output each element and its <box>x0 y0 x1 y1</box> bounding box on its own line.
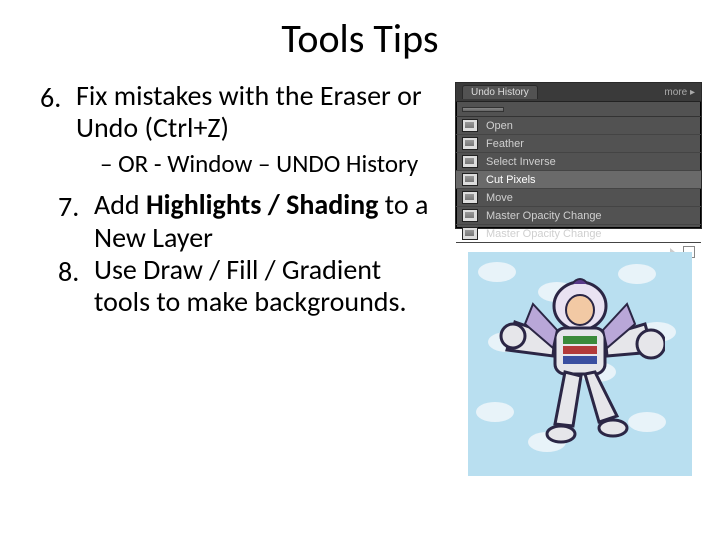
history-row-label: Move <box>484 192 701 204</box>
slide: Tools Tips 6. Fix mistakes with the Eras… <box>0 0 720 540</box>
list-item-7: 7. Add Highlights / Shading to a New Lay… <box>58 189 430 253</box>
slide-title: Tools Tips <box>0 14 720 63</box>
history-row[interactable]: Cut Pixels <box>456 171 701 189</box>
history-step-icon <box>456 171 484 188</box>
slider-icon <box>462 107 504 112</box>
list-number: 6. <box>40 80 76 144</box>
history-row[interactable]: Select Inverse <box>456 153 701 171</box>
history-row-label: Master Opacity Change <box>484 228 701 240</box>
list-item-6: 6. Fix mistakes with the Eraser or Undo … <box>40 80 430 144</box>
panel-more-menu[interactable]: more ▸ <box>664 87 695 98</box>
history-row[interactable]: Open <box>456 117 701 135</box>
history-row-label: Open <box>484 120 701 132</box>
panel-header: Undo History more ▸ <box>456 83 701 102</box>
history-step-icon <box>456 225 484 242</box>
sky-background <box>468 252 692 476</box>
bullet-list: 6. Fix mistakes with the Eraser or Undo … <box>40 80 430 318</box>
illustration <box>468 252 692 476</box>
history-step-icon <box>456 117 484 134</box>
history-row-label: Feather <box>484 138 701 150</box>
panel-tab[interactable]: Undo History <box>462 85 538 99</box>
history-step-icon <box>456 135 484 152</box>
list-text: Fix mistakes with the Eraser or Undo (Ct… <box>76 80 430 144</box>
list-number: 8. <box>58 254 94 318</box>
list-item-8: 8. Use Draw / Fill / Gradient tools to m… <box>58 254 430 318</box>
list-number: 7. <box>58 189 94 253</box>
character-icon <box>495 264 665 464</box>
history-row-label: Master Opacity Change <box>484 210 701 222</box>
history-row[interactable]: Move <box>456 189 701 207</box>
list-text: Use Draw / Fill / Gradient tools to make… <box>94 254 430 318</box>
undo-history-panel: Undo History more ▸ Open Feather Select In… <box>455 82 702 229</box>
list-subitem: – OR - Window – UNDO History <box>100 148 430 179</box>
history-list: Open Feather Select Inverse Cut Pixels Move M… <box>456 117 701 243</box>
history-step-icon <box>456 153 484 170</box>
history-row[interactable]: Master Opacity Change <box>456 225 701 243</box>
panel-toolbar <box>456 102 701 117</box>
list-text: Add Highlights / Shading to a New Layer <box>94 189 430 253</box>
history-row[interactable]: Feather <box>456 135 701 153</box>
history-step-icon <box>456 189 484 206</box>
history-step-icon <box>456 207 484 224</box>
history-row-label: Cut Pixels <box>484 174 701 186</box>
history-row-label: Select Inverse <box>484 156 701 168</box>
history-row[interactable]: Master Opacity Change <box>456 207 701 225</box>
